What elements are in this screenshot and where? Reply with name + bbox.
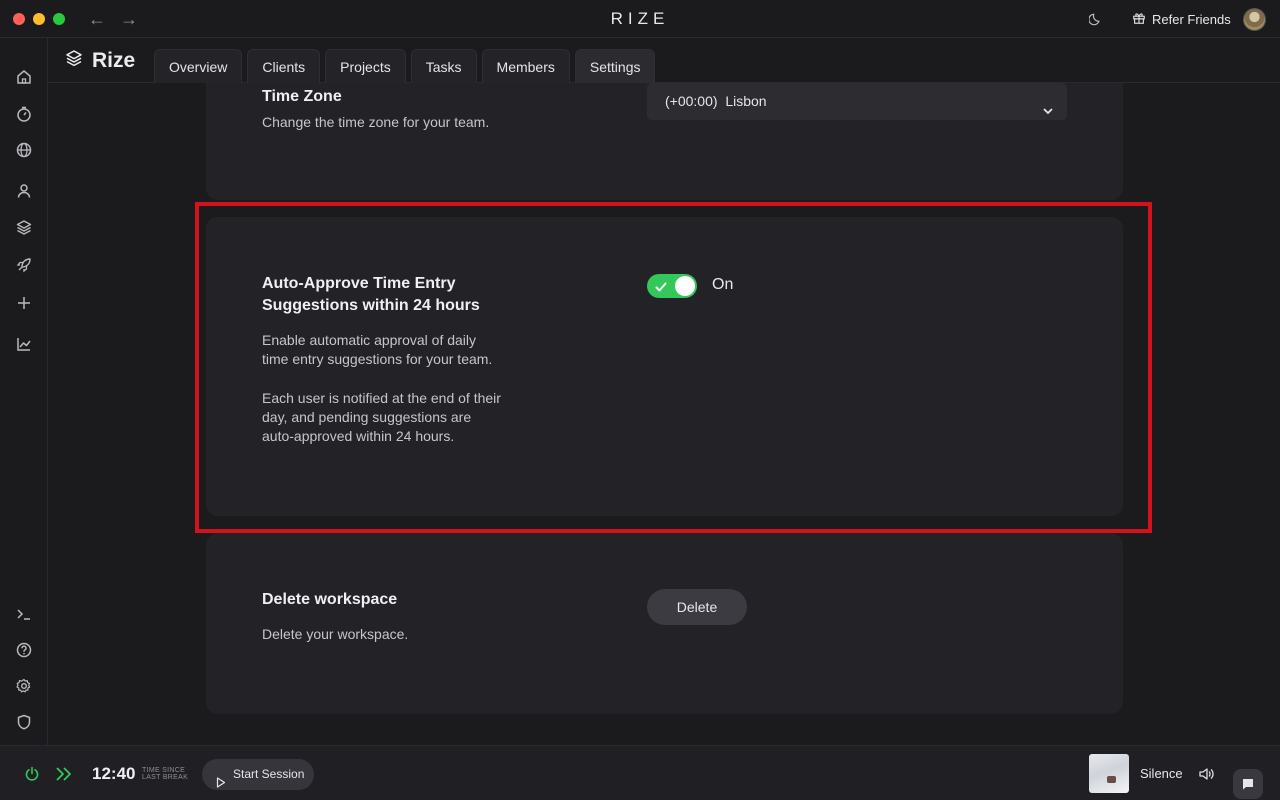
fast-forward-icon[interactable] [55, 766, 73, 782]
tab-settings[interactable]: Settings [574, 49, 656, 83]
tab-overview[interactable]: Overview [154, 49, 243, 83]
auto-approve-title: Auto-Approve Time Entry Suggestions with… [262, 275, 480, 314]
globe-icon[interactable] [15, 141, 33, 159]
workspace-brand: Rize [64, 48, 135, 73]
delete-workspace-description: Delete your workspace. [262, 626, 409, 642]
shield-icon[interactable] [15, 713, 33, 731]
moon-icon[interactable] [1088, 12, 1103, 26]
avatar[interactable] [1243, 8, 1266, 31]
home-icon[interactable] [15, 68, 33, 86]
delete-workspace-button[interactable]: Delete [647, 589, 747, 625]
timezone-card: Time Zone Change the time zone for your … [206, 83, 1123, 200]
timezone-title: Time Zone [262, 88, 342, 105]
auto-approve-toggle[interactable] [647, 274, 697, 298]
tab-projects[interactable]: Projects [325, 49, 406, 83]
start-session-label: Start Session [233, 767, 305, 781]
app-title: RIZE [610, 9, 670, 28]
rocket-icon[interactable] [15, 256, 33, 274]
workspace-name: Rize [92, 48, 136, 72]
speaker-icon[interactable] [1198, 766, 1214, 782]
delete-workspace-card: Delete workspace Delete your workspace. … [206, 533, 1123, 714]
workspace-header: Rize Overview Clients Projects Tasks Mem… [48, 38, 1280, 83]
settings-content[interactable]: Time Zone Change the time zone for your … [48, 83, 1280, 745]
tab-bar: Overview Clients Projects Tasks Members … [154, 49, 656, 83]
timezone-select[interactable]: (+00:00) Lisbon [647, 83, 1067, 120]
tab-clients[interactable]: Clients [247, 49, 321, 83]
music-cover-image[interactable] [1089, 754, 1129, 793]
gift-icon [1132, 11, 1146, 28]
plus-icon[interactable] [15, 294, 33, 312]
bottom-bar: 12:40 TIME SINCE LAST BREAK Start Sessio… [0, 745, 1280, 800]
timer-caption-line-2: LAST BREAK [142, 774, 189, 781]
toggle-knob [675, 276, 695, 296]
refer-friends-label: Refer Friends [1152, 12, 1231, 27]
timer-caption: TIME SINCE LAST BREAK [142, 767, 188, 781]
power-icon[interactable] [24, 766, 40, 782]
user-icon[interactable] [15, 182, 33, 200]
start-session-button[interactable]: Start Session [202, 759, 314, 790]
play-icon [216, 769, 226, 788]
left-rail [0, 38, 48, 745]
tab-members[interactable]: Members [481, 49, 570, 83]
auto-approve-card: Auto-Approve Time Entry Suggestions with… [206, 217, 1123, 516]
help-icon[interactable] [15, 641, 33, 659]
title-bar: ← → RIZE Refer Friends [0, 0, 1280, 38]
chat-button[interactable] [1233, 769, 1263, 799]
chat-icon [1243, 779, 1253, 790]
layers-icon [64, 48, 84, 73]
timezone-description: Change the time zone for your team. [262, 114, 490, 130]
toggle-state-label: On [712, 276, 734, 293]
tab-tasks[interactable]: Tasks [410, 49, 477, 83]
check-icon [655, 280, 667, 292]
layers-icon[interactable] [15, 218, 33, 236]
timezone-value: (+00:00) Lisbon [665, 93, 767, 109]
timer-caption-line-1: TIME SINCE [142, 767, 186, 774]
music-title: Silence [1140, 766, 1183, 781]
auto-approve-details: Each user is notified at the end of thei… [262, 390, 501, 444]
refer-friends-button[interactable]: Refer Friends [1132, 11, 1231, 28]
gear-icon[interactable] [15, 677, 33, 695]
terminal-icon[interactable] [15, 605, 33, 623]
delete-workspace-title: Delete workspace [262, 591, 398, 608]
auto-approve-description: Enable automatic approval of daily time … [262, 332, 493, 367]
timer-icon[interactable] [15, 105, 33, 123]
chart-icon[interactable] [15, 335, 33, 353]
break-timer: 12:40 [92, 764, 136, 783]
chevron-down-icon [1041, 95, 1055, 115]
